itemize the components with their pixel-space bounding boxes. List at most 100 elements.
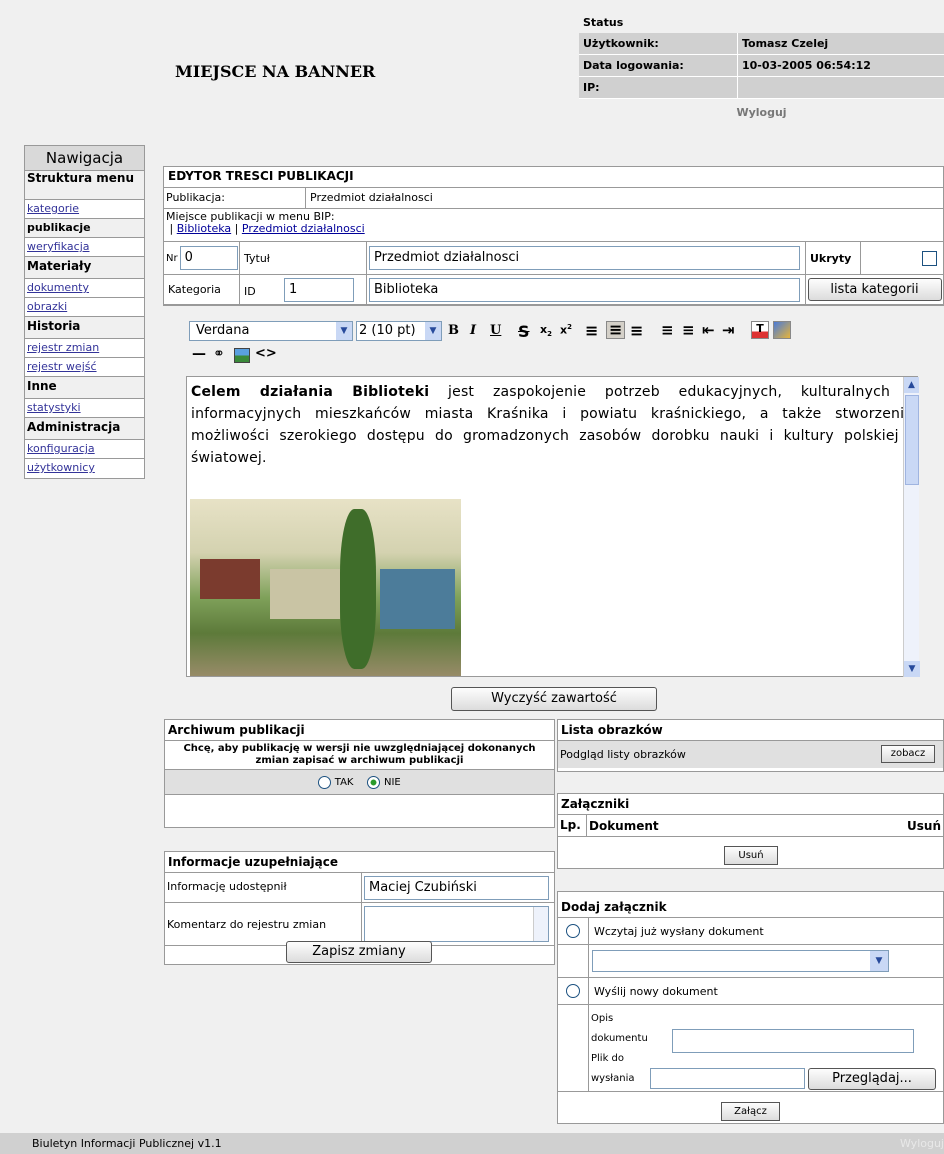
archive-no-option[interactable]: NIE <box>367 775 401 789</box>
scroll-thumb[interactable] <box>905 395 919 485</box>
file-label: Plik do wysłania <box>591 1051 635 1087</box>
horizontal-rule-icon[interactable]: — <box>192 346 206 362</box>
attachments-header-row: Lp. Dokument Usuń <box>558 815 943 837</box>
textarea-scrollbar[interactable] <box>533 907 548 941</box>
ordered-list-icon[interactable]: ≡ <box>661 321 674 339</box>
editor-title: EDYTOR TRESCI PUBLIKACJI <box>168 169 354 183</box>
scroll-down-icon[interactable]: ▼ <box>904 661 920 677</box>
menu-place: Miejsce publikacji w menu BIP: | Bibliot… <box>164 209 943 241</box>
bold-icon[interactable]: B <box>448 323 459 338</box>
nr-input[interactable]: 0 <box>179 246 238 270</box>
description-input[interactable] <box>672 1029 914 1053</box>
clear-content-button[interactable]: Wyczyść zawartość <box>451 687 657 711</box>
underline-icon[interactable]: U <box>490 323 501 338</box>
radio-checked-icon[interactable] <box>367 775 381 789</box>
footer-version: Biuletyn Informacji Publicznej v1.1 <box>32 1137 222 1150</box>
comment-textarea[interactable] <box>364 906 549 942</box>
nav-item-documents[interactable]: dokumenty <box>25 279 144 298</box>
attach-button[interactable]: Załącz <box>721 1102 780 1121</box>
subscript-icon[interactable]: x2 <box>540 323 552 338</box>
form-spacer <box>558 1005 589 1091</box>
nav-link-configuration[interactable]: konfiguracja <box>27 442 95 455</box>
nav-item-change-log[interactable]: rejestr zmian <box>25 339 144 358</box>
indent-icon[interactable]: ⇥ <box>722 321 735 339</box>
italic-icon[interactable]: I <box>470 323 476 338</box>
align-center-icon[interactable]: ≡ <box>606 321 626 339</box>
load-existing-row: Wczytaj już wysłany dokument <box>558 918 943 945</box>
scroll-up-icon[interactable]: ▲ <box>904 377 919 393</box>
save-changes-button[interactable]: Zapisz zmiany <box>286 941 432 963</box>
navigation-menu: Nawigacja Struktura menu kategorie publi… <box>24 145 145 479</box>
content-scrollbar[interactable]: ▲ ▼ <box>903 377 920 677</box>
link-icon[interactable]: ⚭ <box>213 346 225 362</box>
size-select[interactable]: 2 (10 pt) ▼ <box>356 321 442 341</box>
comment-label: Komentarz do rejestru zmian <box>165 903 362 945</box>
nav-item-statistics[interactable]: statystyki <box>25 399 144 418</box>
user-label: Użytkownik: <box>579 33 738 55</box>
category-cell: Biblioteka <box>367 275 806 304</box>
editor-panel: EDYTOR TRESCI PUBLIKACJI Publikacja: Prz… <box>163 166 944 306</box>
nav-item-configuration[interactable]: konfiguracja <box>25 440 144 459</box>
nav-link-documents[interactable]: dokumenty <box>27 281 89 294</box>
nav-link-images[interactable]: obrazki <box>27 300 67 313</box>
breadcrumb-link-przedmiot[interactable]: Przedmiot działalnosci <box>242 222 365 235</box>
content-editor[interactable]: Celem działania Biblioteki jest zaspokoj… <box>186 376 918 677</box>
delete-attachment-button[interactable]: Usuń <box>724 846 778 865</box>
logout-link[interactable]: Wyloguj <box>579 98 944 125</box>
align-left-icon[interactable]: ≡ <box>585 321 598 340</box>
existing-document-select[interactable]: ▼ <box>592 950 889 972</box>
desc-label-line1: Opis <box>591 1013 614 1024</box>
nav-link-verification[interactable]: weryfikacja <box>27 240 90 253</box>
view-images-button[interactable]: zobacz <box>881 745 935 763</box>
images-title: Lista obrazków <box>558 720 943 741</box>
browse-button[interactable]: Przeglądaj... <box>808 1068 936 1090</box>
category-input[interactable]: Biblioteka <box>369 277 800 302</box>
nav-item-users[interactable]: użytkownicy <box>25 459 144 478</box>
nav-link-statistics[interactable]: statystyki <box>27 401 81 414</box>
html-source-icon[interactable]: <> <box>255 346 277 361</box>
align-right-icon[interactable]: ≡ <box>630 321 643 340</box>
id-cell: ID 1 <box>240 275 367 304</box>
nav-item-publications[interactable]: publikacje <box>25 219 144 238</box>
title-label: Tytuł <box>240 242 367 274</box>
font-select[interactable]: Verdana ▼ <box>189 321 353 341</box>
hidden-cell <box>861 242 943 274</box>
archive-question: Chcę, aby publikację w wersji nie uwzglę… <box>165 741 554 770</box>
file-input[interactable] <box>650 1068 805 1089</box>
shared-input[interactable]: Maciej Czubiński <box>364 875 549 900</box>
comment-cell <box>362 903 554 945</box>
nav-link-change-log[interactable]: rejestr zmian <box>27 341 99 354</box>
archive-options: TAK NIE <box>165 770 554 795</box>
outdent-icon[interactable]: ⇤ <box>702 321 715 339</box>
breadcrumb-separator: | <box>169 222 174 235</box>
status-title: Status <box>579 12 944 33</box>
radio-unchecked-icon[interactable] <box>566 984 580 998</box>
radio-unchecked-icon[interactable] <box>318 775 332 789</box>
unordered-list-icon[interactable]: ≡ <box>682 321 695 339</box>
nav-item-categories[interactable]: kategorie <box>25 200 144 219</box>
nav-item-verification[interactable]: weryfikacja <box>25 238 144 257</box>
footer-logout-link[interactable]: Wyloguj <box>900 1133 944 1154</box>
title-input[interactable]: Przedmiot działalnosci <box>369 246 800 270</box>
nav-link-categories[interactable]: kategorie <box>27 202 79 215</box>
shared-label: Informację udostępnił <box>165 873 362 902</box>
nav-link-entry-log[interactable]: rejestr wejść <box>27 360 97 373</box>
breadcrumb-link-biblioteka[interactable]: Biblioteka <box>177 222 231 235</box>
hidden-checkbox[interactable] <box>922 250 937 266</box>
chevron-down-icon: ▼ <box>425 322 441 340</box>
background-color-icon[interactable] <box>773 321 791 339</box>
strikethrough-icon[interactable]: S <box>518 322 530 341</box>
id-input[interactable]: 1 <box>284 277 354 302</box>
text-color-icon[interactable]: T <box>751 321 769 339</box>
nav-item-entry-log[interactable]: rejestr wejść <box>25 358 144 377</box>
superscript-icon[interactable]: x2 <box>560 323 572 337</box>
nav-item-images[interactable]: obrazki <box>25 298 144 317</box>
desc-label: Opis dokumentu <box>591 1011 648 1047</box>
shared-cell: Maciej Czubiński <box>362 873 554 902</box>
archive-yes-option[interactable]: TAK <box>318 775 353 789</box>
nav-link-users[interactable]: użytkownicy <box>27 461 95 474</box>
breadcrumb-separator: | <box>234 222 239 235</box>
image-icon[interactable] <box>234 348 250 363</box>
category-list-button[interactable]: lista kategorii <box>807 278 942 301</box>
radio-unchecked-icon[interactable] <box>566 924 580 938</box>
